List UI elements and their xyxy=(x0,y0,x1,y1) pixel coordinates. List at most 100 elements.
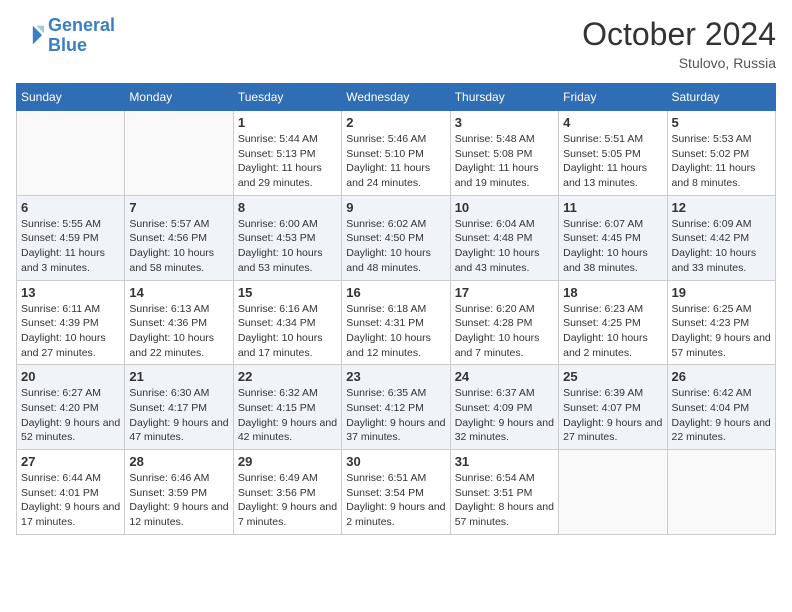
day-info: Sunrise: 6:04 AM Sunset: 4:48 PM Dayligh… xyxy=(455,217,554,276)
calendar-cell: 12Sunrise: 6:09 AM Sunset: 4:42 PM Dayli… xyxy=(667,195,775,280)
day-info: Sunrise: 6:39 AM Sunset: 4:07 PM Dayligh… xyxy=(563,386,662,445)
day-info: Sunrise: 5:55 AM Sunset: 4:59 PM Dayligh… xyxy=(21,217,120,276)
calendar-cell: 13 Sunrise: 6:11 AM Sunset: 4:39 PM Dayli… xyxy=(17,280,125,365)
calendar-cell: 2Sunrise: 5:46 AM Sunset: 5:10 PM Daylig… xyxy=(342,111,450,196)
day-number: 22 xyxy=(238,369,337,384)
day-info: Sunrise: 6:20 AM Sunset: 4:28 PM Dayligh… xyxy=(455,302,554,361)
day-info: Sunrise: 5:57 AM Sunset: 4:56 PM Dayligh… xyxy=(129,217,228,276)
day-number: 30 xyxy=(346,454,445,469)
calendar-cell: 10 Sunrise: 6:04 AM Sunset: 4:48 PM Dayli… xyxy=(450,195,558,280)
day-number: 4 xyxy=(563,115,662,130)
logo-line2: Blue xyxy=(48,35,87,55)
calendar-cell: 3Sunrise: 5:48 AM Sunset: 5:08 PM Daylig… xyxy=(450,111,558,196)
day-number: 1 xyxy=(238,115,337,130)
day-number: 24 xyxy=(455,369,554,384)
day-number: 7 xyxy=(129,200,228,215)
day-info: Sunrise: 6:16 AM Sunset: 4:34 PM Dayligh… xyxy=(238,302,337,361)
day-info: Sunrise: 5:48 AM Sunset: 5:08 PM Dayligh… xyxy=(455,132,554,191)
day-info: Sunrise: 6:54 AM Sunset: 3:51 PM Dayligh… xyxy=(455,471,554,530)
calendar-cell: 1Sunrise: 5:44 AM Sunset: 5:13 PM Daylig… xyxy=(233,111,341,196)
calendar-cell: 27 Sunrise: 6:44 AM Sunset: 4:01 PM Dayli… xyxy=(17,450,125,535)
day-info: Sunrise: 5:51 AM Sunset: 5:05 PM Dayligh… xyxy=(563,132,662,191)
calendar-cell: 24 Sunrise: 6:37 AM Sunset: 4:09 PM Dayli… xyxy=(450,365,558,450)
day-number: 20 xyxy=(21,369,120,384)
day-number: 12 xyxy=(672,200,771,215)
day-info: Sunrise: 6:46 AM Sunset: 3:59 PM Dayligh… xyxy=(129,471,228,530)
month-title: October 2024 xyxy=(582,16,776,53)
day-info: Sunrise: 6:49 AM Sunset: 3:56 PM Dayligh… xyxy=(238,471,337,530)
day-number: 11 xyxy=(563,200,662,215)
weekday-header: Friday xyxy=(559,84,667,111)
day-number: 5 xyxy=(672,115,771,130)
calendar-week-row: 27 Sunrise: 6:44 AM Sunset: 4:01 PM Dayli… xyxy=(17,450,776,535)
day-info: Sunrise: 6:18 AM Sunset: 4:31 PM Dayligh… xyxy=(346,302,445,361)
calendar-cell: 11 Sunrise: 6:07 AM Sunset: 4:45 PM Dayli… xyxy=(559,195,667,280)
day-info: Sunrise: 5:46 AM Sunset: 5:10 PM Dayligh… xyxy=(346,132,445,191)
calendar-cell: 17 Sunrise: 6:20 AM Sunset: 4:28 PM Dayli… xyxy=(450,280,558,365)
day-info: Sunrise: 6:11 AM Sunset: 4:39 PM Dayligh… xyxy=(21,302,120,361)
calendar-cell: 20 Sunrise: 6:27 AM Sunset: 4:20 PM Dayli… xyxy=(17,365,125,450)
day-info: Sunrise: 6:37 AM Sunset: 4:09 PM Dayligh… xyxy=(455,386,554,445)
day-info: Sunrise: 6:07 AM Sunset: 4:45 PM Dayligh… xyxy=(563,217,662,276)
day-info: Sunrise: 6:25 AM Sunset: 4:23 PM Dayligh… xyxy=(672,302,771,361)
calendar-cell xyxy=(17,111,125,196)
calendar-week-row: 1Sunrise: 5:44 AM Sunset: 5:13 PM Daylig… xyxy=(17,111,776,196)
day-number: 9 xyxy=(346,200,445,215)
day-number: 19 xyxy=(672,285,771,300)
calendar-cell: 8 Sunrise: 6:00 AM Sunset: 4:53 PM Daylig… xyxy=(233,195,341,280)
weekday-header-row: SundayMondayTuesdayWednesdayThursdayFrid… xyxy=(17,84,776,111)
day-info: Sunrise: 6:30 AM Sunset: 4:17 PM Dayligh… xyxy=(129,386,228,445)
calendar-cell: 6Sunrise: 5:55 AM Sunset: 4:59 PM Daylig… xyxy=(17,195,125,280)
day-number: 29 xyxy=(238,454,337,469)
weekday-header: Monday xyxy=(125,84,233,111)
calendar-table: SundayMondayTuesdayWednesdayThursdayFrid… xyxy=(16,83,776,535)
calendar-cell: 25 Sunrise: 6:39 AM Sunset: 4:07 PM Dayli… xyxy=(559,365,667,450)
day-info: Sunrise: 6:23 AM Sunset: 4:25 PM Dayligh… xyxy=(563,302,662,361)
calendar-cell: 31 Sunrise: 6:54 AM Sunset: 3:51 PM Dayli… xyxy=(450,450,558,535)
day-info: Sunrise: 6:42 AM Sunset: 4:04 PM Dayligh… xyxy=(672,386,771,445)
calendar-cell: 21Sunrise: 6:30 AM Sunset: 4:17 PM Dayli… xyxy=(125,365,233,450)
day-number: 8 xyxy=(238,200,337,215)
day-number: 25 xyxy=(563,369,662,384)
logo-icon xyxy=(16,22,44,50)
weekday-header: Sunday xyxy=(17,84,125,111)
calendar-week-row: 20 Sunrise: 6:27 AM Sunset: 4:20 PM Dayli… xyxy=(17,365,776,450)
page-header: General Blue October 2024 Stulovo, Russi… xyxy=(16,16,776,71)
day-info: Sunrise: 6:27 AM Sunset: 4:20 PM Dayligh… xyxy=(21,386,120,445)
day-number: 27 xyxy=(21,454,120,469)
logo-line1: General xyxy=(48,15,115,35)
day-number: 31 xyxy=(455,454,554,469)
calendar-cell: 15 Sunrise: 6:16 AM Sunset: 4:34 PM Dayli… xyxy=(233,280,341,365)
calendar-cell: 19 Sunrise: 6:25 AM Sunset: 4:23 PM Dayli… xyxy=(667,280,775,365)
calendar-week-row: 13 Sunrise: 6:11 AM Sunset: 4:39 PM Dayli… xyxy=(17,280,776,365)
weekday-header: Tuesday xyxy=(233,84,341,111)
calendar-cell: 18 Sunrise: 6:23 AM Sunset: 4:25 PM Dayli… xyxy=(559,280,667,365)
day-number: 14 xyxy=(129,285,228,300)
title-block: October 2024 Stulovo, Russia xyxy=(582,16,776,71)
calendar-cell: 5 Sunrise: 5:53 AM Sunset: 5:02 PM Daylig… xyxy=(667,111,775,196)
calendar-cell: 7 Sunrise: 5:57 AM Sunset: 4:56 PM Daylig… xyxy=(125,195,233,280)
day-number: 28 xyxy=(129,454,228,469)
calendar-cell xyxy=(125,111,233,196)
location: Stulovo, Russia xyxy=(582,55,776,71)
day-number: 10 xyxy=(455,200,554,215)
calendar-cell: 9Sunrise: 6:02 AM Sunset: 4:50 PM Daylig… xyxy=(342,195,450,280)
day-number: 17 xyxy=(455,285,554,300)
day-info: Sunrise: 6:32 AM Sunset: 4:15 PM Dayligh… xyxy=(238,386,337,445)
logo: General Blue xyxy=(16,16,115,56)
day-info: Sunrise: 5:53 AM Sunset: 5:02 PM Dayligh… xyxy=(672,132,771,191)
calendar-cell: 23Sunrise: 6:35 AM Sunset: 4:12 PM Dayli… xyxy=(342,365,450,450)
day-info: Sunrise: 6:44 AM Sunset: 4:01 PM Dayligh… xyxy=(21,471,120,530)
calendar-cell: 26Sunrise: 6:42 AM Sunset: 4:04 PM Dayli… xyxy=(667,365,775,450)
calendar-cell: 22 Sunrise: 6:32 AM Sunset: 4:15 PM Dayli… xyxy=(233,365,341,450)
day-number: 23 xyxy=(346,369,445,384)
day-number: 15 xyxy=(238,285,337,300)
calendar-week-row: 6Sunrise: 5:55 AM Sunset: 4:59 PM Daylig… xyxy=(17,195,776,280)
day-number: 18 xyxy=(563,285,662,300)
day-info: Sunrise: 6:00 AM Sunset: 4:53 PM Dayligh… xyxy=(238,217,337,276)
day-number: 16 xyxy=(346,285,445,300)
day-info: Sunrise: 6:13 AM Sunset: 4:36 PM Dayligh… xyxy=(129,302,228,361)
calendar-cell: 28 Sunrise: 6:46 AM Sunset: 3:59 PM Dayli… xyxy=(125,450,233,535)
day-number: 13 xyxy=(21,285,120,300)
calendar-cell: 30Sunrise: 6:51 AM Sunset: 3:54 PM Dayli… xyxy=(342,450,450,535)
